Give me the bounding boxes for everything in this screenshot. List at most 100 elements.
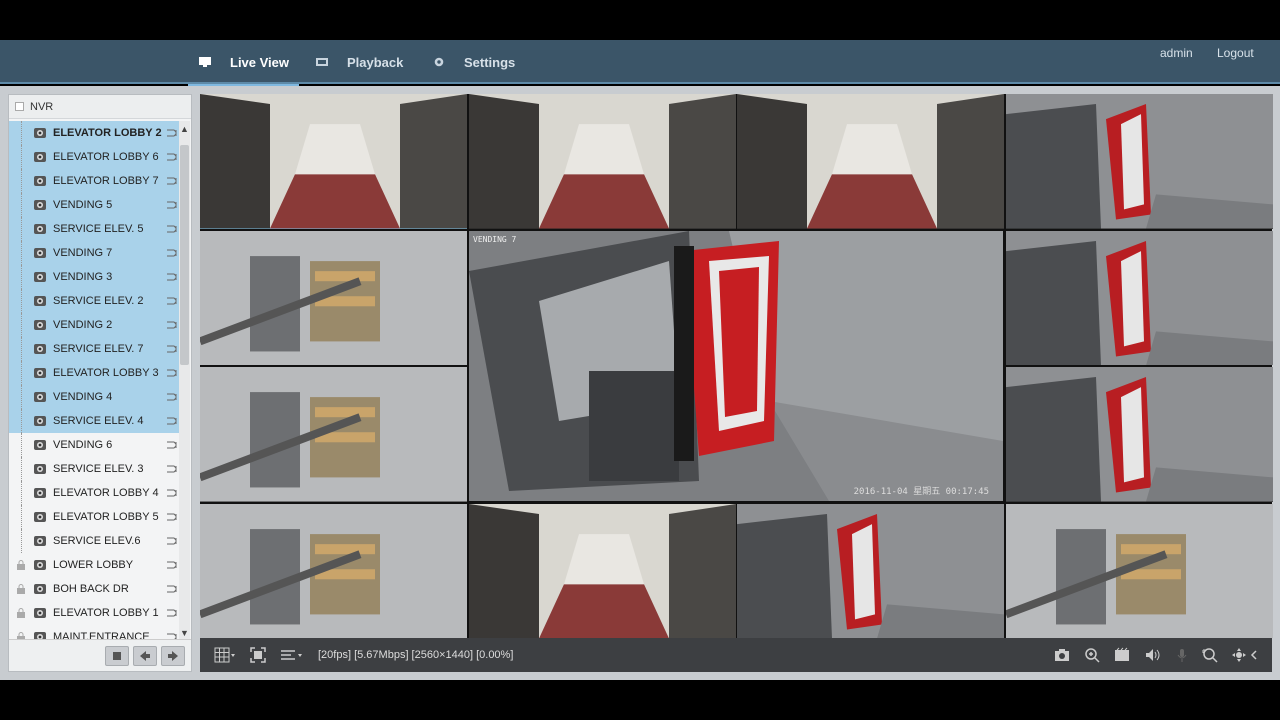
video-tile-main[interactable]: VENDING 7 2016-11-04 星期五 00:17:45	[469, 231, 1003, 501]
stream-icon[interactable]	[165, 175, 179, 187]
stream-icon[interactable]	[165, 559, 179, 571]
tab-playback[interactable]: Playback	[315, 40, 403, 84]
tree-root-nvr[interactable]: NVR	[9, 95, 191, 119]
camera-item-label: SERVICE ELEV.6	[53, 535, 141, 547]
camera-feed-image	[1006, 230, 1274, 365]
microphone-icon[interactable]	[1174, 647, 1190, 663]
stream-icon[interactable]	[165, 247, 179, 259]
tree-scrollbar[interactable]: ▲ ▼	[179, 121, 190, 641]
camera-feed-image	[200, 94, 467, 229]
camera-icon	[34, 128, 46, 138]
camera-icon	[34, 392, 46, 402]
tab-settings[interactable]: Settings	[432, 40, 515, 84]
camera-item[interactable]: VENDING 6	[9, 433, 179, 457]
tab-live-view-label: Live View	[230, 54, 290, 70]
stream-icon[interactable]	[165, 367, 179, 379]
camera-item[interactable]: ELEVATOR LOBBY 3	[9, 361, 179, 385]
camera-item[interactable]: ELEVATOR LOBBY 7	[9, 169, 179, 193]
video-tile[interactable]	[1006, 230, 1274, 365]
camera-item[interactable]: VENDING 7	[9, 241, 179, 265]
stop-all-button[interactable]	[105, 646, 129, 666]
camera-item-label: SERVICE ELEV. 7	[53, 343, 144, 355]
stream-icon[interactable]	[165, 319, 179, 331]
stream-icon[interactable]	[165, 487, 179, 499]
stream-icon[interactable]	[165, 271, 179, 283]
video-tile[interactable]	[1006, 94, 1274, 229]
video-tile[interactable]	[737, 94, 1005, 229]
stream-icon[interactable]	[165, 463, 179, 475]
audio-icon[interactable]	[1144, 647, 1160, 663]
lock-icon	[17, 560, 25, 570]
stream-icon[interactable]	[165, 295, 179, 307]
camera-item[interactable]: ELEVATOR LOBBY 2	[9, 121, 179, 145]
stream-icon[interactable]	[165, 391, 179, 403]
camera-item[interactable]: ELEVATOR LOBBY 6	[9, 145, 179, 169]
tree-line	[21, 529, 22, 553]
camera-item[interactable]: SERVICE ELEV. 4	[9, 409, 179, 433]
tree-line	[21, 409, 22, 433]
tree-line	[21, 289, 22, 313]
video-tile[interactable]	[1006, 503, 1274, 638]
stream-icon[interactable]	[165, 583, 179, 595]
layout-grid-icon[interactable]	[214, 647, 236, 663]
video-tile[interactable]	[737, 503, 1005, 638]
ptz-control-icon[interactable]	[1230, 647, 1260, 663]
camera-feed-image	[1006, 367, 1274, 502]
zoom-in-icon[interactable]	[1084, 647, 1100, 663]
stop-icon	[113, 652, 121, 660]
camera-item[interactable]: ELEVATOR LOBBY 5	[9, 505, 179, 529]
camera-item[interactable]: VENDING 4	[9, 385, 179, 409]
scroll-thumb[interactable]	[180, 145, 189, 365]
stream-icon[interactable]	[165, 439, 179, 451]
tree-footer	[9, 639, 191, 671]
stream-icon[interactable]	[165, 151, 179, 163]
camera-item[interactable]: SERVICE ELEV. 2	[9, 289, 179, 313]
camera-item[interactable]: BOH BACK DR	[9, 577, 179, 601]
stream-icon[interactable]	[165, 343, 179, 355]
record-icon[interactable]	[1114, 647, 1130, 663]
camera-item-label: VENDING 2	[53, 319, 113, 331]
tree-line	[21, 217, 22, 241]
camera-item[interactable]: VENDING 5	[9, 193, 179, 217]
camera-icon	[34, 464, 46, 474]
camera-icon	[34, 152, 46, 162]
camera-item[interactable]: SERVICE ELEV.6	[9, 529, 179, 553]
video-tile[interactable]	[200, 230, 467, 365]
fullscreen-icon[interactable]	[250, 647, 266, 663]
scroll-down-icon[interactable]: ▼	[179, 627, 190, 639]
digital-zoom-icon[interactable]	[1202, 647, 1218, 663]
next-page-button[interactable]	[161, 646, 185, 666]
video-tile[interactable]	[468, 503, 736, 638]
previous-page-button[interactable]	[133, 646, 157, 666]
camera-item[interactable]: SERVICE ELEV. 7	[9, 337, 179, 361]
stream-select-icon[interactable]	[280, 647, 304, 663]
camera-item[interactable]: VENDING 3	[9, 265, 179, 289]
snapshot-icon[interactable]	[1054, 647, 1070, 663]
stream-icon[interactable]	[165, 199, 179, 211]
camera-item[interactable]: SERVICE ELEV. 3	[9, 457, 179, 481]
camera-item[interactable]: ELEVATOR LOBBY 1	[9, 601, 179, 625]
camera-item[interactable]: ELEVATOR LOBBY 4	[9, 481, 179, 505]
user-name[interactable]: admin	[1160, 40, 1193, 66]
camera-item[interactable]: VENDING 2	[9, 313, 179, 337]
logout-link[interactable]: Logout	[1217, 40, 1254, 66]
stream-icon[interactable]	[165, 607, 179, 619]
stream-icon[interactable]	[165, 415, 179, 427]
camera-item-label: ELEVATOR LOBBY 4	[53, 487, 159, 499]
scroll-up-icon[interactable]: ▲	[179, 123, 190, 135]
stream-icon[interactable]	[165, 127, 179, 139]
tree-line	[21, 241, 22, 265]
camera-item[interactable]: LOWER LOBBY	[9, 553, 179, 577]
video-tile[interactable]	[1006, 367, 1274, 502]
video-tile[interactable]	[200, 367, 467, 502]
tab-live-view[interactable]: Live View	[187, 40, 300, 86]
camera-icon	[34, 344, 46, 354]
camera-item-label: LOWER LOBBY	[53, 559, 134, 571]
video-tile[interactable]	[200, 94, 467, 229]
video-tile[interactable]	[468, 94, 736, 229]
stream-icon[interactable]	[165, 511, 179, 523]
camera-item[interactable]: SERVICE ELEV. 5	[9, 217, 179, 241]
stream-icon[interactable]	[165, 223, 179, 235]
video-tile[interactable]	[200, 503, 467, 638]
stream-icon[interactable]	[165, 535, 179, 547]
